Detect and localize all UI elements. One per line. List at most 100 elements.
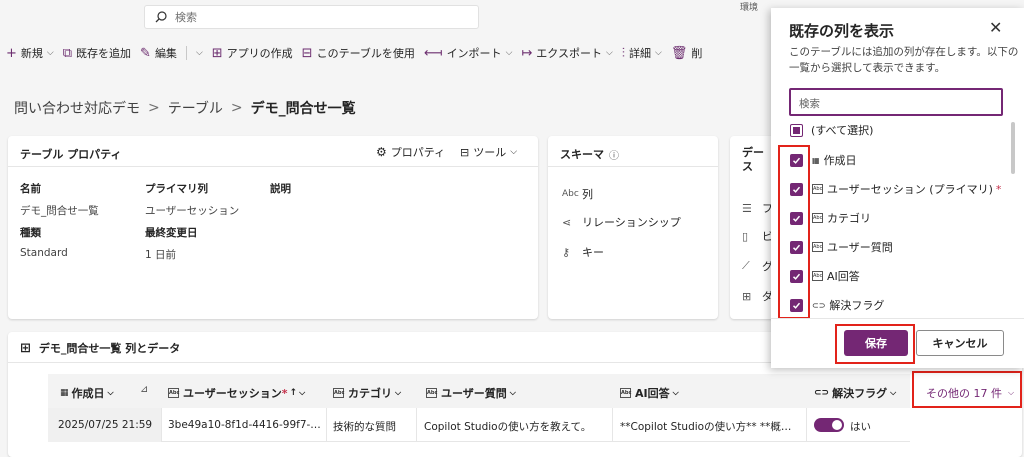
- breadcrumb-separator: >: [148, 100, 160, 116]
- more-columns-label: その他の 17 件: [926, 387, 1002, 400]
- edit-menu-chevron[interactable]: ⌵: [196, 48, 203, 58]
- column-label: ユーザーセッション (プライマリ): [827, 183, 993, 196]
- data-item-forms[interactable]: ☰ フ: [742, 200, 773, 216]
- required-marker: *: [995, 182, 1002, 196]
- modified-label: 最終変更日: [145, 227, 198, 239]
- close-icon[interactable]: ✕: [989, 20, 1002, 36]
- column-label: 作成日: [823, 154, 857, 167]
- breadcrumb-tables[interactable]: テーブル: [168, 98, 223, 118]
- cell-category: 技術的な質問: [333, 421, 396, 433]
- form-icon: ☰: [742, 201, 752, 215]
- import-button[interactable]: ⟻ インポート ⌵: [424, 45, 512, 61]
- new-button[interactable]: + 新規 ⌵: [6, 45, 54, 61]
- cell-divider: [806, 408, 807, 442]
- save-button[interactable]: 保存: [844, 330, 908, 356]
- cancel-button[interactable]: キャンセル: [916, 330, 1004, 356]
- breadcrumb-root[interactable]: 問い合わせ対応デモ: [14, 98, 140, 118]
- card-title: テーブル プロパティ: [20, 148, 122, 161]
- column-label: 解決フラグ: [829, 299, 885, 312]
- info-icon: ⓘ: [609, 150, 619, 162]
- panel-search-input[interactable]: 検索: [789, 88, 1003, 116]
- more-columns-button[interactable]: その他の 17 件 ⌵: [926, 385, 1014, 401]
- schema-item-relationships[interactable]: ⋖ リレーションシップ: [562, 214, 681, 230]
- select-all-item[interactable]: (すべて選択): [790, 122, 873, 138]
- toggle-icon: ⊂⊃: [812, 300, 826, 310]
- column-header-resolved[interactable]: ⊂⊃ 解決フラグ ⌵: [814, 385, 896, 401]
- schema-item-label: リレーションシップ: [582, 216, 681, 229]
- grid-header: ⊞ デモ_問合せ一覧 列とデータ: [20, 340, 180, 356]
- column-header-label: ユーザーセッション: [183, 387, 282, 400]
- chevron-down-icon: ⌵: [509, 388, 516, 397]
- delete-button[interactable]: 🗑 削: [671, 45, 703, 61]
- schema-item-columns[interactable]: Abc 列: [562, 186, 593, 202]
- view-icon: ▯: [742, 229, 749, 243]
- column-header-label: 解決フラグ: [832, 387, 888, 400]
- multiline-text-icon: Abc: [812, 242, 823, 252]
- type-label: 種類: [20, 227, 41, 239]
- chevron-down-icon: ⌵: [195, 48, 203, 58]
- chevron-down-icon: ⌵: [510, 147, 518, 157]
- toolbox-icon: ⊟: [460, 145, 470, 159]
- text-field-icon: Abc: [168, 388, 180, 398]
- cell-question: Copilot Studioの使い方を教えて。: [424, 421, 592, 433]
- global-search-box[interactable]: 検索: [144, 5, 479, 29]
- delete-icon: 🗑: [670, 45, 688, 61]
- breadcrumb: 問い合わせ対応デモ > テーブル > デモ_問合せ一覧: [14, 98, 356, 118]
- column-header-ai-answer[interactable]: Abc AI回答 ⌵: [620, 385, 679, 401]
- select-all-label: (すべて選択): [811, 124, 874, 137]
- properties-button[interactable]: ⚙ プロパティ: [376, 144, 445, 160]
- column-header-session[interactable]: Abc ユーザーセッション * ↑ ⌵: [168, 385, 305, 401]
- resolved-toggle[interactable]: [814, 418, 844, 432]
- pin-icon[interactable]: ⊿: [140, 384, 148, 395]
- create-app-button[interactable]: ⊞ アプリの作成: [212, 45, 293, 61]
- settings-icon: ⫶: [621, 45, 626, 61]
- multiline-text-icon: Abc: [620, 388, 632, 398]
- environment-label: 環境: [740, 3, 759, 13]
- export-button[interactable]: ↦ エクスポート ⌵: [521, 45, 612, 61]
- advanced-button[interactable]: ⫶ 詳細 ⌵: [622, 45, 662, 61]
- gear-icon: ⚙: [376, 145, 387, 159]
- panel-scrollbar[interactable]: [1011, 122, 1015, 174]
- plus-icon: +: [6, 45, 17, 61]
- column-header-label: カテゴリ: [348, 387, 392, 400]
- import-label: インポート: [446, 47, 502, 60]
- multiline-text-icon: Abc: [812, 271, 823, 281]
- schema-header: スキーマ ⓘ: [560, 146, 619, 162]
- toolbar-divider: [185, 46, 187, 60]
- cell-ai-answer: **Copilot Studioの使い方** **概…: [620, 421, 792, 433]
- column-header-question[interactable]: Abc ユーザー質問 ⌵: [426, 385, 516, 401]
- new-label: 新規: [20, 47, 43, 60]
- tools-button[interactable]: ⊟ ツール ⌵: [460, 144, 517, 160]
- column-item-session[interactable]: Abc ユーザーセッション (プライマリ) *: [790, 181, 1001, 197]
- import-icon: ⟻: [423, 45, 443, 61]
- toggle-knob: [832, 420, 842, 430]
- column-header-created[interactable]: ▦ 作成日 ⌵: [60, 385, 114, 401]
- use-table-button[interactable]: ⊟ このテーブルを使用: [302, 45, 415, 61]
- chevron-down-icon: ⌵: [299, 388, 306, 397]
- type-value: Standard: [20, 247, 68, 259]
- edit-button[interactable]: ✎ 編集: [140, 45, 177, 61]
- edit-icon: ✎: [140, 45, 151, 61]
- calendar-icon: ▦: [60, 388, 69, 398]
- column-header-category[interactable]: Abc カテゴリ ⌵: [333, 385, 401, 401]
- table-icon: ⊞: [20, 340, 31, 356]
- relationship-icon: ⋖: [562, 215, 572, 229]
- divider: [548, 166, 718, 167]
- data-item-charts[interactable]: ⟋ グ: [742, 258, 773, 274]
- data-item-dashboards[interactable]: ⊞ ダ: [742, 288, 773, 304]
- dashboard-icon: ⊞: [742, 289, 752, 303]
- divider: [8, 166, 538, 167]
- chevron-down-icon: ⌵: [890, 388, 897, 397]
- app-icon: ⊞: [211, 45, 223, 61]
- use-table-label: このテーブルを使用: [316, 47, 415, 60]
- card-title: スキーマ: [560, 148, 604, 161]
- grid-title: デモ_問合せ一覧 列とデータ: [38, 342, 181, 355]
- advanced-label: 詳細: [629, 47, 652, 60]
- chevron-down-icon: ⌵: [605, 48, 613, 58]
- add-existing-button[interactable]: ⧉ 既存を追加: [63, 45, 131, 61]
- select-all-checkbox[interactable]: [790, 123, 803, 137]
- schema-item-keys[interactable]: ⚷ キー: [562, 244, 604, 260]
- data-item-views[interactable]: ▯ ビ: [742, 228, 773, 244]
- cell-divider: [326, 408, 327, 442]
- name-value: デモ_問合せ一覧: [20, 205, 99, 217]
